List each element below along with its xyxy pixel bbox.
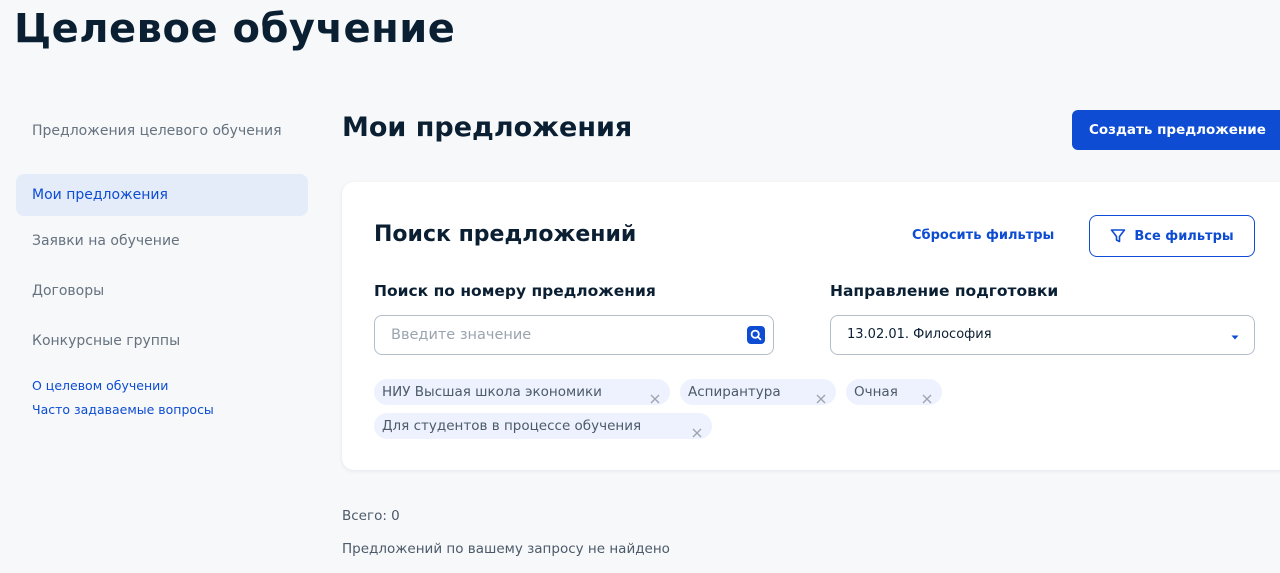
close-icon[interactable] [816,387,826,404]
number-search-label: Поиск по номеру предложения [374,282,656,300]
sidebar-item-my-offers[interactable]: Мои предложения [16,174,308,216]
reset-filters-link[interactable]: Сбросить фильтры [912,228,1054,243]
chevron-down-icon [1229,328,1241,347]
page-title: Целевое обучение [14,6,456,52]
direction-select[interactable]: 13.02.01. Философия [830,315,1255,355]
results-total: Всего: 0 [342,508,400,524]
filter-chip-label: Для студентов в процессе обучения [382,418,642,434]
sidebar: Предложения целевого обучения Мои предло… [16,120,308,422]
close-icon[interactable] [922,387,932,404]
sidebar-item-offers[interactable]: Предложения целевого обучения [16,120,308,164]
sidebar-item-contracts[interactable]: Договоры [16,266,308,316]
sidebar-link-faq[interactable]: Часто задаваемые вопросы [16,398,308,422]
close-icon[interactable] [692,421,702,438]
search-icon[interactable] [747,326,765,344]
filter-chip-label: Очная [854,384,898,400]
filter-chip-label: НИУ Высшая школа экономики [382,384,602,400]
sidebar-item-applications[interactable]: Заявки на обучение [16,216,308,266]
create-offer-button[interactable]: Создать предложение [1072,110,1280,150]
filter-chip: НИУ Высшая школа экономики [374,379,670,405]
empty-results-message: Предложений по вашему запросу не найдено [342,541,670,557]
filter-chip: Для студентов в процессе обучения [374,413,712,439]
number-search-field [374,315,774,355]
filter-icon [1110,228,1126,244]
search-input[interactable] [375,316,745,354]
filter-chip-label: Аспирантура [688,384,781,400]
direction-select-value: 13.02.01. Философия [847,327,992,342]
search-card: Поиск предложений Сбросить фильтры Все ф… [342,182,1280,470]
sidebar-item-competitive-groups[interactable]: Конкурсные группы [16,316,308,366]
search-card-title: Поиск предложений [374,222,637,247]
section-title: Мои предложения [342,112,633,143]
sidebar-link-about[interactable]: О целевом обучении [16,374,308,398]
close-icon[interactable] [650,387,660,404]
all-filters-button[interactable]: Все фильтры [1089,215,1255,257]
direction-label: Направление подготовки [830,282,1059,300]
filter-chip: Аспирантура [680,379,836,405]
all-filters-label: Все фильтры [1134,228,1234,244]
filter-chip: Очная [846,379,942,405]
